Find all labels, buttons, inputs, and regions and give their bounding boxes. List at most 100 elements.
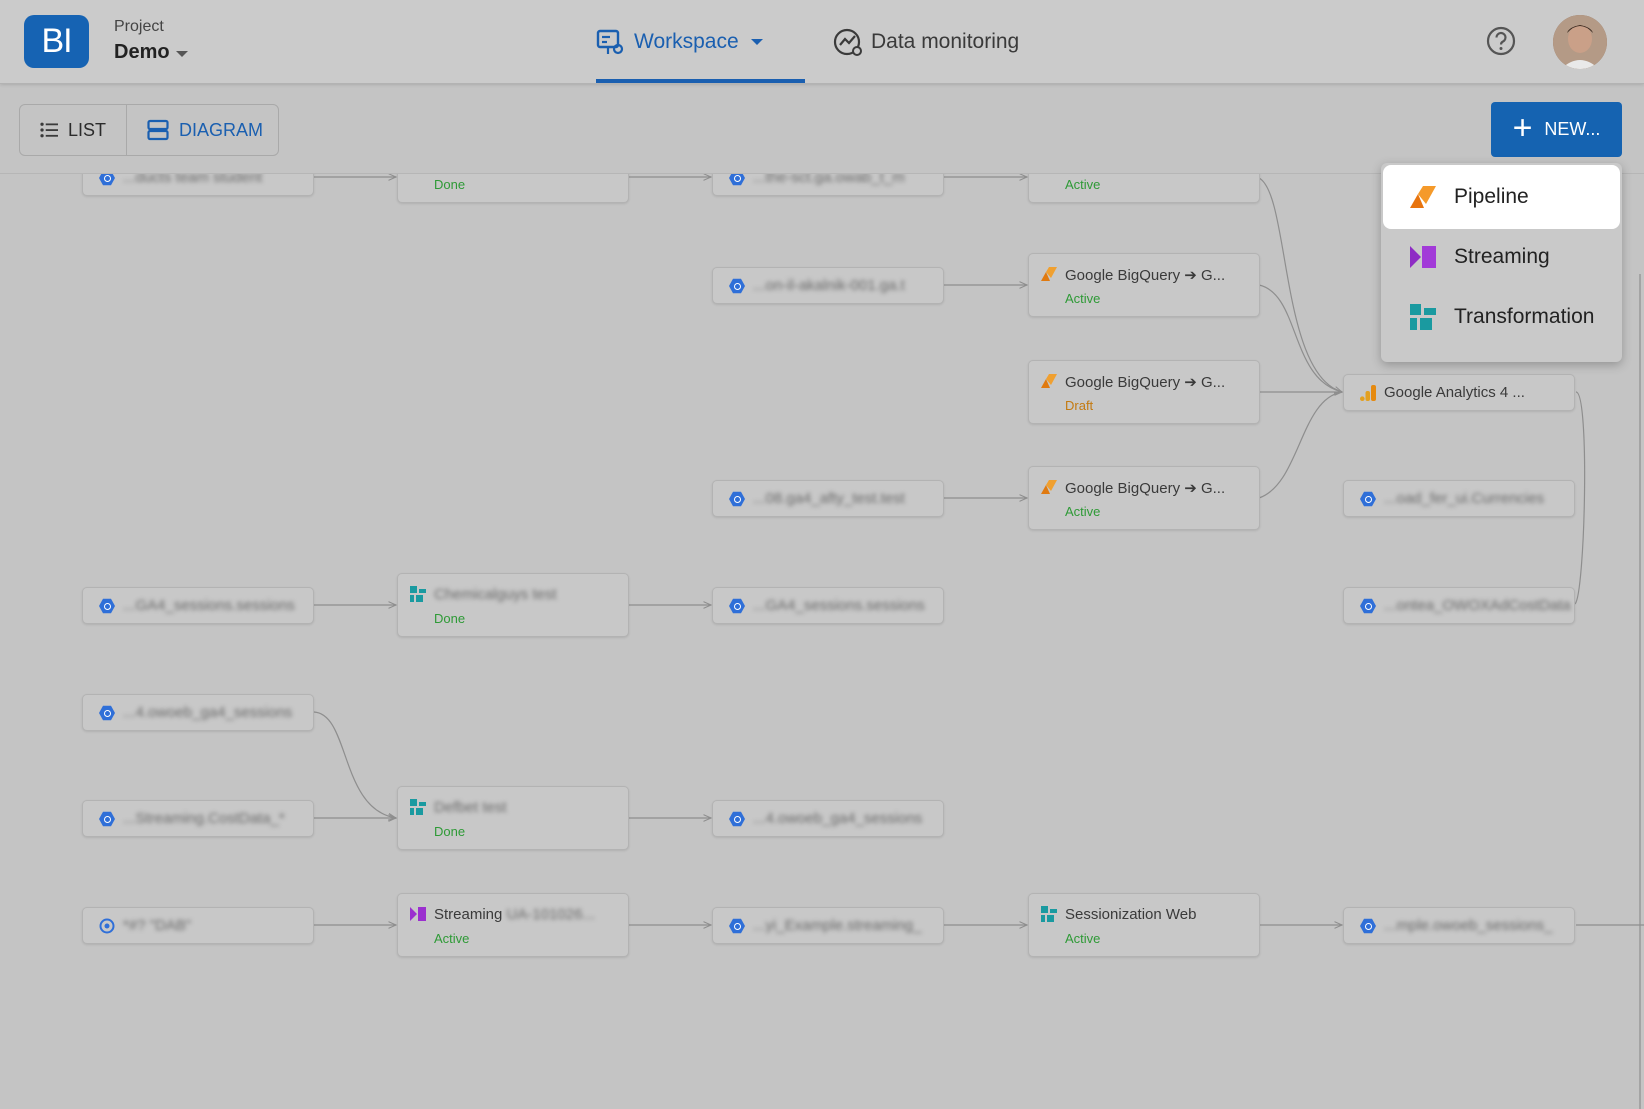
dataset-node[interactable]: ...the-sct.ga.owab_t_m: [712, 174, 944, 196]
dataset-node[interactable]: ...08.ga4_afty_test.test: [712, 480, 944, 517]
edge: [1258, 391, 1343, 499]
streaming-icon: [410, 906, 426, 922]
node-title: Sessionization Web: [1065, 906, 1197, 923]
node-title: Google BigQuery ➔ G...: [1065, 374, 1226, 391]
transformation-node[interactable]: Defbet test Done: [397, 786, 629, 850]
list-view-button[interactable]: LIST: [20, 105, 127, 155]
list-view-label: LIST: [67, 119, 106, 140]
nav-data-monitoring[interactable]: Data monitoring: [833, 26, 1019, 58]
node-title-text: Streaming: [434, 906, 503, 923]
pipeline-node[interactable]: Done: [397, 174, 629, 203]
bigquery-icon: [729, 598, 745, 614]
chevron-down-icon[interactable]: [176, 51, 188, 57]
pipeline-icon: [1041, 479, 1057, 495]
pipeline-icon: [1410, 186, 1436, 208]
menu-item-pipeline[interactable]: Pipeline: [1383, 165, 1620, 229]
logo-text: BI: [41, 22, 72, 60]
bigquery-icon: [729, 174, 745, 186]
node-status: Done: [434, 177, 466, 192]
diagram-view-label: DIAGRAM: [179, 119, 264, 140]
transformation-icon: [1410, 304, 1436, 330]
source-node[interactable]: ...GA4_sessions.sessions: [82, 587, 314, 624]
new-button[interactable]: + NEW...: [1491, 102, 1622, 157]
node-title: ...GA4_sessions.sessions: [123, 597, 295, 614]
project-caption: Project: [114, 18, 164, 35]
node-status: Active: [1065, 291, 1101, 306]
pipeline-node[interactable]: Active: [1028, 174, 1260, 203]
dataset-node[interactable]: ...yi_Example.streaming_: [712, 907, 944, 944]
node-status: Done: [434, 824, 466, 839]
pipeline-node[interactable]: Google BigQuery ➔ G... Active: [1028, 253, 1260, 317]
node-title: ...08.ga4_afty_test.test: [753, 490, 905, 507]
menu-item-transformation[interactable]: Transformation: [1383, 285, 1620, 349]
avatar-image: [1553, 15, 1607, 69]
node-title: ...ducts team student: [123, 174, 263, 186]
node-title: ...the-sct.ga.owab_t_m: [753, 174, 905, 186]
node-status: Active: [1065, 177, 1101, 192]
source-node[interactable]: ...Streaming.CostData_*: [82, 800, 314, 837]
dataset-node[interactable]: ...GA4_sessions.sessions: [712, 587, 944, 624]
active-tab-indicator: [596, 79, 805, 83]
transformation-node[interactable]: Sessionization Web Active: [1028, 893, 1260, 957]
bigquery-icon: [1360, 918, 1376, 934]
node-title: Chemicalguys test: [434, 586, 557, 603]
pipeline-node[interactable]: Google BigQuery ➔ G... Active: [1028, 466, 1260, 530]
menu-item-streaming[interactable]: Streaming: [1383, 225, 1620, 289]
edge: [1258, 177, 1342, 392]
destination-node[interactable]: Google Analytics 4 ...: [1343, 374, 1575, 411]
node-title: Google BigQuery ➔ G...: [1065, 267, 1226, 284]
transformation-icon: [1041, 906, 1057, 922]
transformation-node[interactable]: Chemicalguys test Done: [397, 573, 629, 637]
view-toggle: LIST DIAGRAM: [19, 104, 279, 156]
menu-item-label: Streaming: [1454, 245, 1550, 268]
node-status: Active: [1065, 504, 1101, 519]
nav-data-monitoring-label: Data monitoring: [871, 30, 1020, 53]
pipeline-node[interactable]: Google BigQuery ➔ G... Draft: [1028, 360, 1260, 424]
source-node[interactable]: ...4.owoeb_ga4_sessions: [82, 694, 314, 731]
bigquery-icon: [99, 174, 115, 186]
dataset-node[interactable]: ...on-il-akalnik-001.ga.t: [712, 267, 944, 304]
source-node[interactable]: *#? "DAB": [82, 907, 314, 944]
bigquery-icon: [99, 705, 115, 721]
streaming-icon: [1410, 246, 1436, 268]
destination-node[interactable]: ...oad_fer_ui.Currencies: [1343, 480, 1575, 517]
source-node[interactable]: ...ducts team student: [82, 174, 314, 196]
node-title: *#? "DAB": [123, 917, 192, 934]
node-title-suffix: UA-101026...: [506, 906, 595, 923]
node-status: Active: [1065, 931, 1101, 946]
list-icon: [40, 122, 58, 138]
transformation-icon: [410, 799, 426, 815]
node-status: Active: [434, 931, 470, 946]
app-logo[interactable]: BI: [24, 15, 89, 68]
google-analytics-icon: [1360, 385, 1376, 401]
dataset-node[interactable]: ...4.owoeb_ga4_sessions: [712, 800, 944, 837]
nav-workspace[interactable]: Workspace: [596, 26, 763, 58]
pipeline-icon: [1041, 266, 1057, 282]
edge: [313, 711, 396, 818]
user-avatar[interactable]: [1553, 15, 1607, 69]
node-title: Google Analytics 4 ...: [1384, 384, 1525, 401]
new-item-menu: Pipeline Streaming Transformation: [1381, 163, 1622, 362]
streaming-node[interactable]: Streaming UA-101026... Active: [397, 893, 629, 957]
node-title: ...oad_fer_ui.Currencies: [1384, 490, 1545, 507]
node-status: Done: [434, 611, 466, 626]
node-title: Defbet test: [434, 799, 507, 816]
plus-icon: +: [1512, 108, 1533, 147]
project-selector[interactable]: Demo: [114, 41, 170, 64]
node-title: Streaming UA-101026...: [434, 906, 595, 923]
menu-item-label: Pipeline: [1454, 185, 1529, 208]
destination-node[interactable]: ...ontea_OWOXAdCostData: [1343, 587, 1575, 624]
diagram-view-button[interactable]: DIAGRAM: [127, 105, 278, 155]
new-button-label: NEW...: [1544, 119, 1601, 139]
node-title: ...mple.owoeb_sessions_: [1384, 917, 1553, 934]
node-title: ...Streaming.CostData_*: [123, 810, 285, 827]
pipeline-icon: [1041, 373, 1057, 389]
help-icon[interactable]: [1486, 26, 1516, 56]
bigquery-icon: [99, 811, 115, 827]
top-bar: BI Project Demo Workspace Data monitorin…: [0, 0, 1644, 84]
monitoring-icon: [833, 28, 862, 56]
workspace-icon: [596, 29, 624, 55]
edge: [1258, 284, 1343, 393]
destination-node[interactable]: ...mple.owoeb_sessions_: [1343, 907, 1575, 944]
chevron-down-icon: [750, 39, 763, 45]
